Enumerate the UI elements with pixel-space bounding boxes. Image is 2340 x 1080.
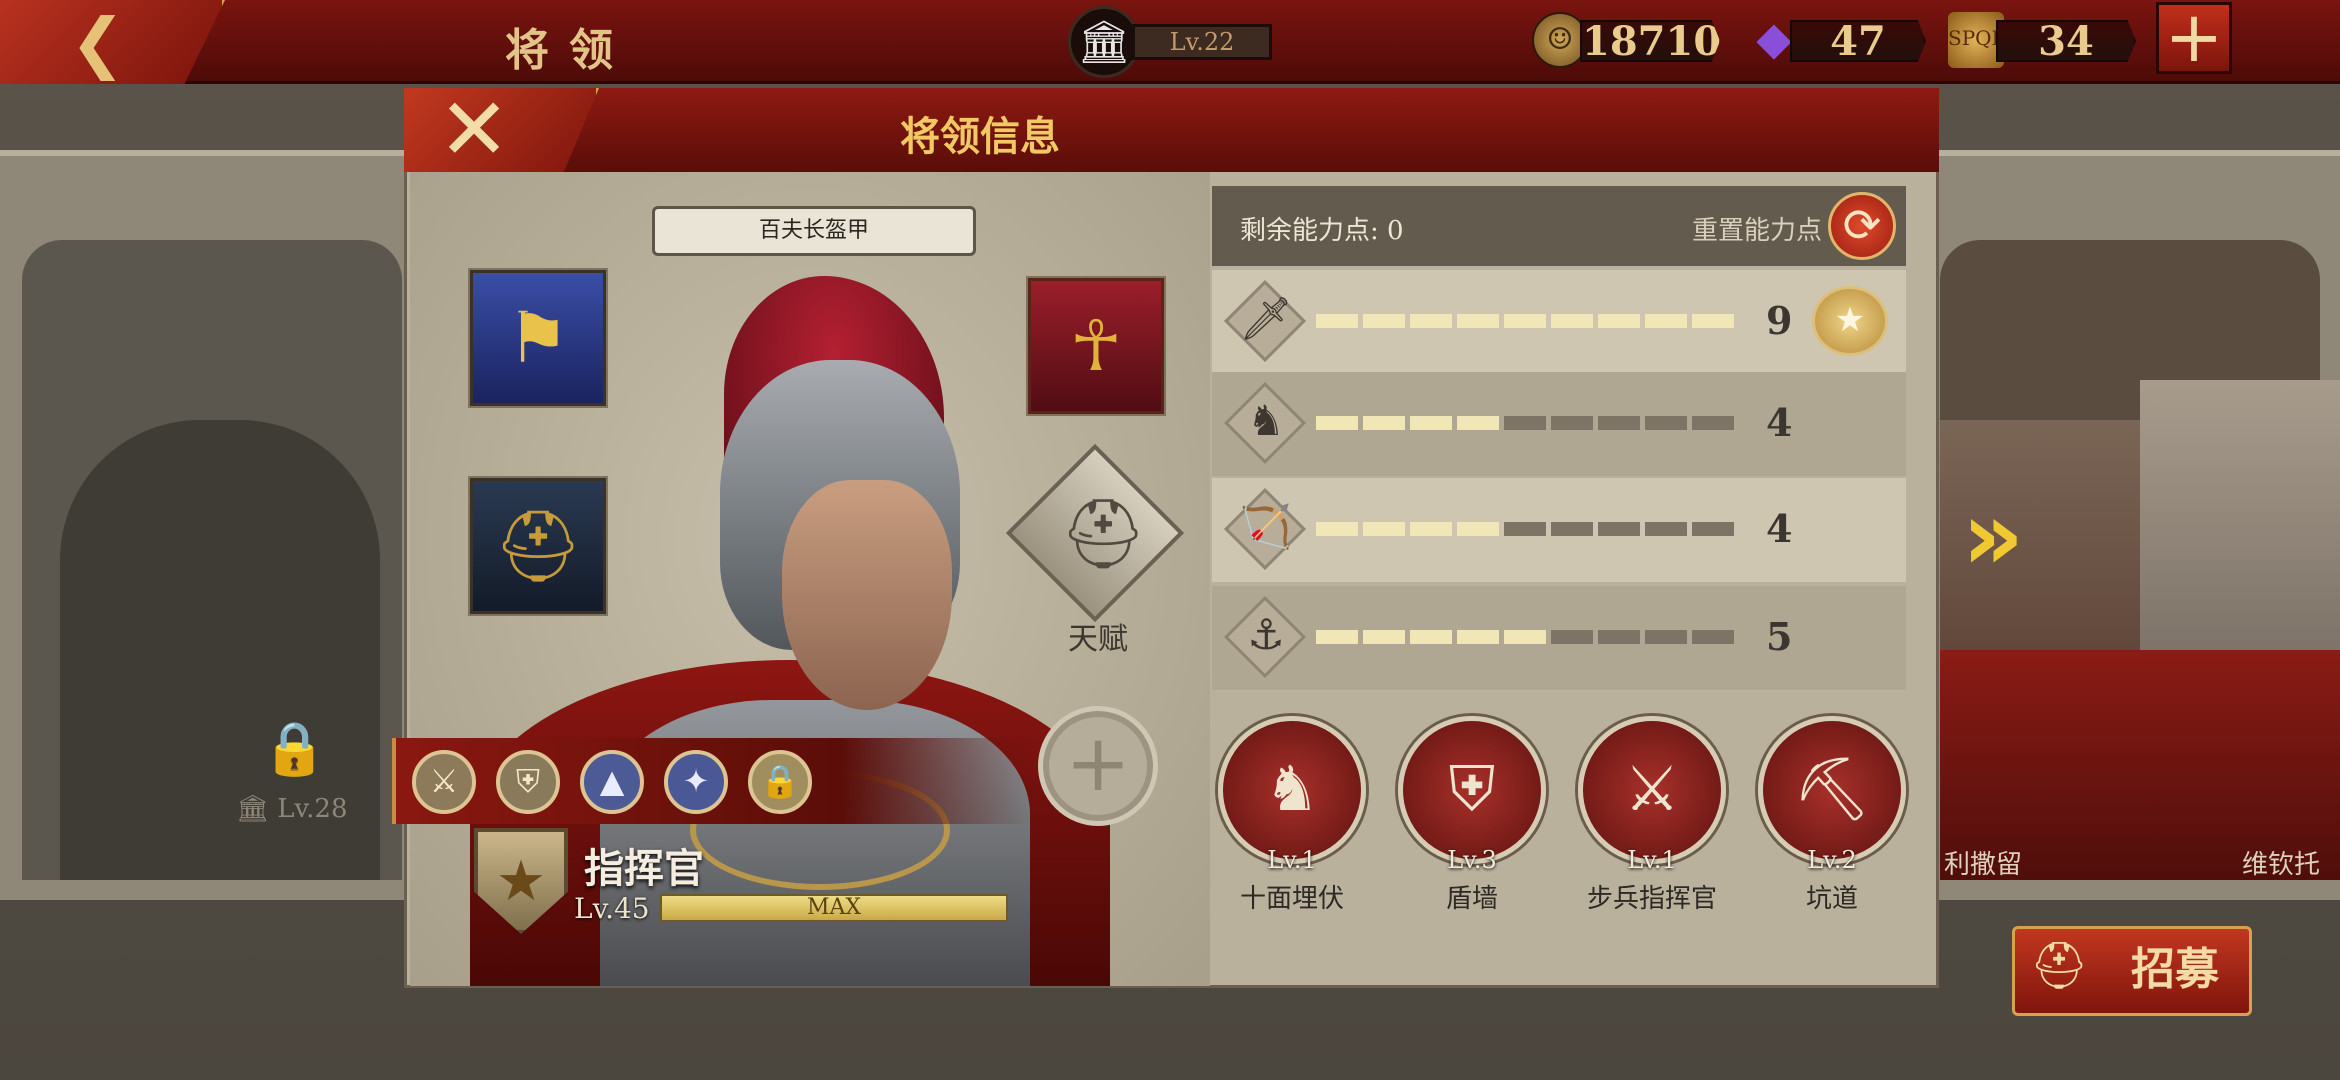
stat-value: 9 bbox=[1766, 298, 1793, 343]
tactic-level: Lv.3 bbox=[1447, 846, 1497, 874]
armor-skill-icon[interactable]: ✦ bbox=[664, 750, 728, 814]
add-skill-button[interactable]: + bbox=[1038, 706, 1158, 826]
eagle-banner-icon: ⚑ bbox=[506, 297, 570, 379]
spqr-token-icon: SPQR bbox=[1948, 12, 2007, 68]
stat-value: 5 bbox=[1766, 614, 1793, 659]
talent-label: 天赋 bbox=[1068, 622, 1128, 657]
tactic-level: Lv.1 bbox=[1627, 846, 1677, 874]
coin-count: 18710 bbox=[1580, 18, 1722, 65]
stat-bar-segment bbox=[1598, 630, 1640, 644]
add-resource-button[interactable]: + bbox=[2156, 2, 2232, 74]
tactic-name: 坑道 bbox=[1805, 884, 1858, 914]
stat-bar-segment bbox=[1551, 630, 1593, 644]
stat-bar-segment bbox=[1692, 416, 1734, 430]
coin-icon: ☺ bbox=[1532, 12, 1588, 68]
rank-name: 指挥官 bbox=[584, 845, 704, 892]
tactic-ambush-button[interactable]: ♞ bbox=[1218, 716, 1366, 864]
senate-level: Lv.22 bbox=[1132, 24, 1272, 60]
stat-bar-segment bbox=[1645, 314, 1687, 328]
horse-icon: ♞ bbox=[1247, 396, 1285, 445]
recruit-label: 招募 bbox=[2131, 944, 2219, 995]
gem-count: 47 bbox=[1790, 20, 1926, 62]
dialog-title: 将领信息 bbox=[900, 113, 1060, 160]
stat-bar-segment bbox=[1410, 522, 1452, 536]
stat-bar-segment bbox=[1316, 416, 1358, 430]
general-face bbox=[782, 480, 952, 710]
stat-bar-segment bbox=[1316, 630, 1358, 644]
equipment-slot-relic[interactable]: ☥ bbox=[1028, 278, 1164, 414]
lock-icon: 🔒 bbox=[262, 719, 327, 779]
tactic-name: 步兵指挥官 bbox=[1586, 884, 1717, 914]
stat-value: 4 bbox=[1766, 506, 1793, 551]
stat-bar-segment bbox=[1504, 416, 1546, 430]
stat-bar-segment bbox=[1363, 522, 1405, 536]
tactic-name: 十面埋伏 bbox=[1239, 884, 1344, 914]
spartan-helmet-icon: ⛑ bbox=[2030, 938, 2089, 992]
sword-icon: 🗡 bbox=[1239, 294, 1293, 343]
tactic-tunnel-button[interactable]: ⛏ bbox=[1758, 716, 1906, 864]
stat-bar-segment bbox=[1457, 630, 1499, 644]
stat-bar-segment bbox=[1363, 314, 1405, 328]
stat-bar-segment bbox=[1363, 416, 1405, 430]
equipment-slot-banner[interactable]: ⚑ bbox=[470, 270, 606, 406]
stat-bar-segment bbox=[1410, 416, 1452, 430]
stat-bar-segment bbox=[1457, 522, 1499, 536]
locked-level: 🏛 Lv.28 bbox=[236, 794, 348, 824]
stat-bar-segment bbox=[1457, 416, 1499, 430]
laurel-star-badge-icon: ★ bbox=[1812, 286, 1888, 356]
tactic-level: Lv.2 bbox=[1807, 846, 1857, 874]
lock-icon[interactable]: 🔒 bbox=[748, 750, 812, 814]
stat-bar-segment bbox=[1410, 314, 1452, 328]
helmet-icon: ⛑ bbox=[1060, 495, 1147, 574]
stat-bar-segment bbox=[1316, 314, 1358, 328]
next-arrow-icon[interactable]: » bbox=[1962, 480, 2024, 592]
formation-skill-icon[interactable]: ▲ bbox=[580, 750, 644, 814]
stat-bar-segment bbox=[1645, 416, 1687, 430]
stat-bar-segment bbox=[1645, 630, 1687, 644]
back-arrow-icon: ❮ bbox=[70, 4, 126, 81]
stat-bar-segment bbox=[1692, 630, 1734, 644]
shield-skill-icon[interactable]: ⛨ bbox=[496, 750, 560, 814]
stat-bar-segment bbox=[1504, 522, 1546, 536]
stat-bar-segment bbox=[1598, 522, 1640, 536]
helmet-icon: ⛑ bbox=[493, 505, 583, 587]
reset-points-button[interactable]: ⟳ bbox=[1828, 192, 1896, 260]
stat-bar-segment bbox=[1316, 522, 1358, 536]
tactic-infantry-commander-button[interactable]: ⚔ bbox=[1578, 716, 1726, 864]
senate-icon[interactable]: 🏛 bbox=[1068, 6, 1140, 78]
remaining-points: 剩余能力点: 0 bbox=[1240, 216, 1404, 246]
stat-bar-segment bbox=[1692, 314, 1734, 328]
stat-bar-segment bbox=[1645, 522, 1687, 536]
general-name: 维钦托 bbox=[2242, 850, 2321, 880]
tactic-shield-wall-button[interactable]: ⛨ bbox=[1398, 716, 1546, 864]
level-progress-bar: MAX bbox=[660, 894, 1008, 922]
anchor-icon: ⚓ bbox=[1247, 610, 1285, 659]
stat-bar-segment bbox=[1598, 314, 1640, 328]
stat-bar-segment bbox=[1504, 630, 1546, 644]
stat-bar-segment bbox=[1410, 630, 1452, 644]
general-level: Lv.45 bbox=[574, 892, 650, 925]
stat-bar-segment bbox=[1598, 416, 1640, 430]
tactic-name: 盾墙 bbox=[1445, 884, 1498, 914]
stat-bar-segment bbox=[1692, 522, 1734, 536]
close-icon: ✕ bbox=[438, 80, 511, 180]
stat-bar-segment bbox=[1551, 314, 1593, 328]
stat-bar-segment bbox=[1363, 630, 1405, 644]
stat-bar-segment bbox=[1551, 522, 1593, 536]
stat-bar-segment bbox=[1504, 314, 1546, 328]
general-name: 利撒留 bbox=[1944, 850, 2023, 880]
stat-value: 4 bbox=[1766, 400, 1793, 445]
stat-bar-segment bbox=[1551, 416, 1593, 430]
equipment-slot-helmet[interactable]: ⛑ bbox=[470, 478, 606, 614]
stat-bar-segment bbox=[1457, 314, 1499, 328]
reset-points-label: 重置能力点 bbox=[1692, 216, 1823, 246]
page-title: 将领 bbox=[505, 25, 633, 76]
armor-label: 百夫长盔甲 bbox=[652, 206, 976, 256]
tactic-level: Lv.1 bbox=[1267, 846, 1317, 874]
skill-icon[interactable]: ⚔ bbox=[412, 750, 476, 814]
pharaoh-mask-icon: ☥ bbox=[1069, 305, 1123, 387]
token-count: 34 bbox=[1996, 20, 2136, 62]
bow-icon: 🏹 bbox=[1239, 502, 1293, 551]
